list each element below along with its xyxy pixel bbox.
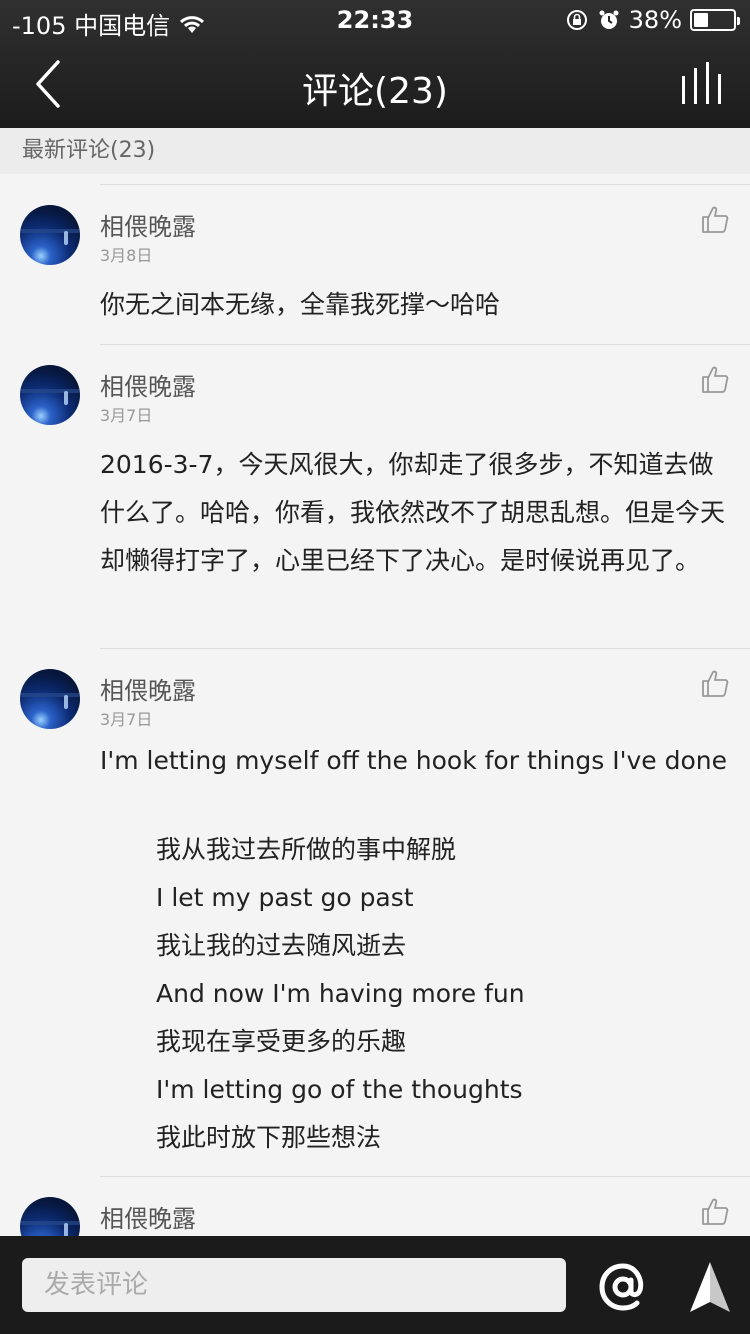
avatar[interactable] <box>20 1197 80 1236</box>
page-title: 评论(23) <box>302 71 448 112</box>
divider <box>100 648 750 649</box>
mention-button[interactable] <box>596 1260 650 1314</box>
lyric-line: 我现在享受更多的乐趣 <box>156 1027 407 1056</box>
comment-author[interactable]: 相偎晚露 <box>100 671 196 706</box>
section-header: 最新评论(23) <box>0 128 750 174</box>
equalizer-button[interactable] <box>680 62 728 106</box>
comment-author[interactable]: 相偎晚露 <box>100 367 196 402</box>
divider <box>100 344 750 345</box>
comment-list[interactable]: 相偎晚露 3月8日 你无之间本无缘，全靠我死撑～哈哈 相偎晚露 3月7日 201… <box>0 174 750 1236</box>
send-button[interactable] <box>688 1260 732 1314</box>
header: -105 中国电信 22:33 38% 评论(23) <box>0 0 750 128</box>
lyric-line: 我此时放下那些想法 <box>156 1123 382 1152</box>
comment-date: 3月8日 <box>100 246 153 265</box>
thumbs-up-icon[interactable] <box>700 1196 730 1226</box>
comment-author[interactable]: 相偎晚露 <box>100 1199 196 1234</box>
comment-input[interactable] <box>22 1258 566 1312</box>
battery-fill <box>694 13 709 27</box>
alarm-icon <box>599 10 619 29</box>
at-sign-icon <box>599 1263 644 1311</box>
thumbs-up-icon[interactable] <box>700 364 730 394</box>
rotation-lock-icon <box>566 10 587 30</box>
avatar[interactable] <box>20 205 80 265</box>
comment-date: 3月7日 <box>100 710 153 729</box>
comment-text: I'm letting myself off the hook for thin… <box>100 746 727 775</box>
nav-bar: 评论(23) <box>0 40 750 128</box>
lyric-line: I'm letting go of the thoughts <box>156 1075 523 1104</box>
lyric-line: 我从我过去所做的事中解脱 <box>156 835 457 864</box>
equalizer-icon <box>682 62 721 104</box>
battery-percent: 38% <box>628 6 682 34</box>
thumbs-up-icon[interactable] <box>700 668 730 698</box>
divider <box>100 1176 750 1177</box>
comment-author[interactable]: 相偎晚露 <box>100 207 196 242</box>
send-icon <box>690 1262 730 1312</box>
comment-text: 2016-3-7，今天风很大，你却走了很多步，不知道去做什么了。哈哈，你看，我依… <box>100 450 726 575</box>
comment-lyrics: 我从我过去所做的事中解脱 I let my past go past 我让我的过… <box>156 826 716 1162</box>
lyric-line: I let my past go past <box>156 883 414 912</box>
battery-icon <box>690 9 740 31</box>
avatar[interactable] <box>20 365 80 425</box>
status-right: 38% <box>565 6 740 34</box>
thumbs-up-icon[interactable] <box>700 204 730 234</box>
lyric-line: And now I'm having more fun <box>156 979 525 1008</box>
divider <box>100 184 750 185</box>
lyric-line: 我让我的过去随风逝去 <box>156 931 407 960</box>
comment-text: 你无之间本无缘，全靠我死撑～哈哈 <box>100 290 501 319</box>
avatar[interactable] <box>20 669 80 729</box>
bottom-bar <box>0 1236 750 1334</box>
status-bar: -105 中国电信 22:33 38% <box>0 0 750 40</box>
comment-date: 3月7日 <box>100 406 153 425</box>
